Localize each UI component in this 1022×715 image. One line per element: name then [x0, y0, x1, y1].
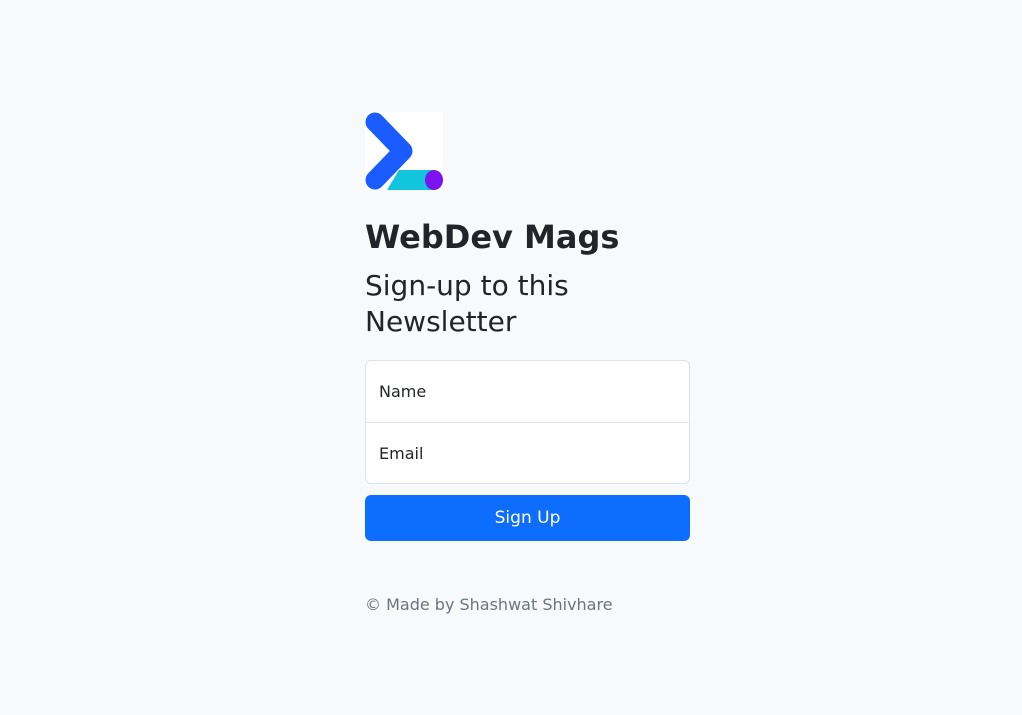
footer-credit: © Made by Shashwat Shivhare	[365, 595, 613, 614]
form-fields	[365, 360, 690, 484]
terminal-prompt-logo-icon	[365, 112, 443, 190]
signup-form: WebDev Mags Sign-up to this Newsletter S…	[365, 112, 690, 632]
sign-up-button[interactable]: Sign Up	[365, 495, 690, 541]
brand-title: WebDev Mags	[365, 218, 620, 256]
name-input[interactable]	[379, 382, 676, 401]
name-field-wrapper	[366, 361, 689, 422]
email-input[interactable]	[379, 443, 676, 463]
email-field-wrapper	[366, 422, 689, 483]
page-heading: Sign-up to this Newsletter	[365, 269, 569, 338]
